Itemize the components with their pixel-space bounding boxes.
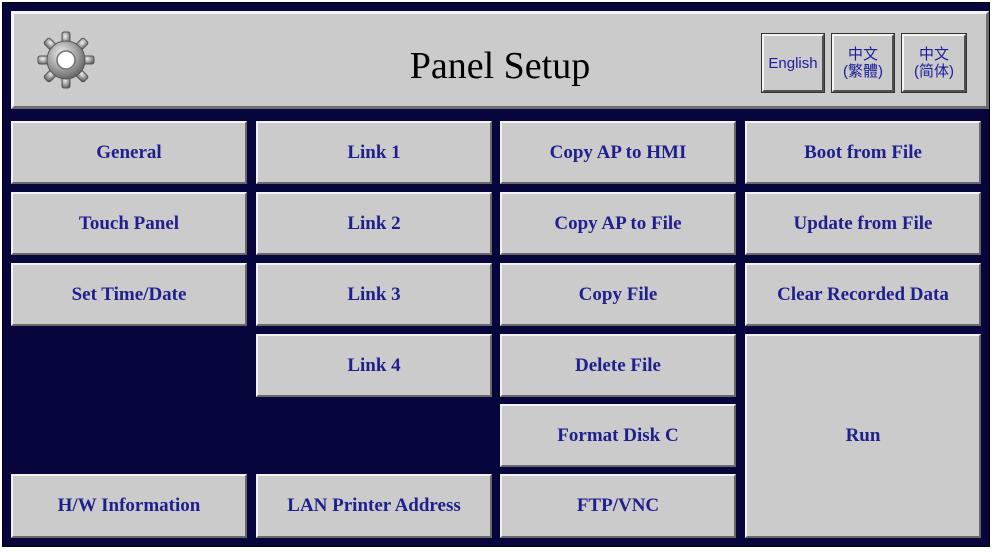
language-traditional-chinese-button[interactable]: 中文 (繁體) [831,33,895,93]
general-button[interactable]: General [11,121,247,184]
run-button[interactable]: Run [745,334,981,538]
copy-ap-to-hmi-button[interactable]: Copy AP to HMI [500,121,736,184]
language-label: English [768,54,818,72]
link-2-button[interactable]: Link 2 [256,192,492,255]
ftp-vnc-button[interactable]: FTP/VNC [500,474,736,538]
lan-printer-address-button[interactable]: LAN Printer Address [256,474,492,538]
copy-ap-to-file-button[interactable]: Copy AP to File [500,192,736,255]
link-1-button[interactable]: Link 1 [256,121,492,184]
format-disk-c-button[interactable]: Format Disk C [500,404,736,467]
copy-file-button[interactable]: Copy File [500,263,736,326]
boot-from-file-button[interactable]: Boot from File [745,121,981,184]
touch-panel-button[interactable]: Touch Panel [11,192,247,255]
language-simplified-chinese-button[interactable]: 中文 (简体) [901,33,967,93]
language-sublabel: (繁體) [843,63,883,80]
hw-information-button[interactable]: H/W Information [11,474,247,538]
language-label: 中文 [847,46,878,63]
link-3-button[interactable]: Link 3 [256,263,492,326]
language-sublabel: (简体) [914,63,954,80]
language-label: 中文 [918,46,949,63]
update-from-file-button[interactable]: Update from File [745,192,981,255]
header-bar: Panel Setup English 中文 (繁體) 中文 (简体) [11,11,989,109]
clear-recorded-data-button[interactable]: Clear Recorded Data [745,263,981,326]
link-4-button[interactable]: Link 4 [256,334,492,397]
language-english-button[interactable]: English [761,33,825,93]
delete-file-button[interactable]: Delete File [500,334,736,397]
set-time-date-button[interactable]: Set Time/Date [11,263,247,326]
panel-frame: Panel Setup English 中文 (繁體) 中文 (简体) Gene… [2,2,990,547]
